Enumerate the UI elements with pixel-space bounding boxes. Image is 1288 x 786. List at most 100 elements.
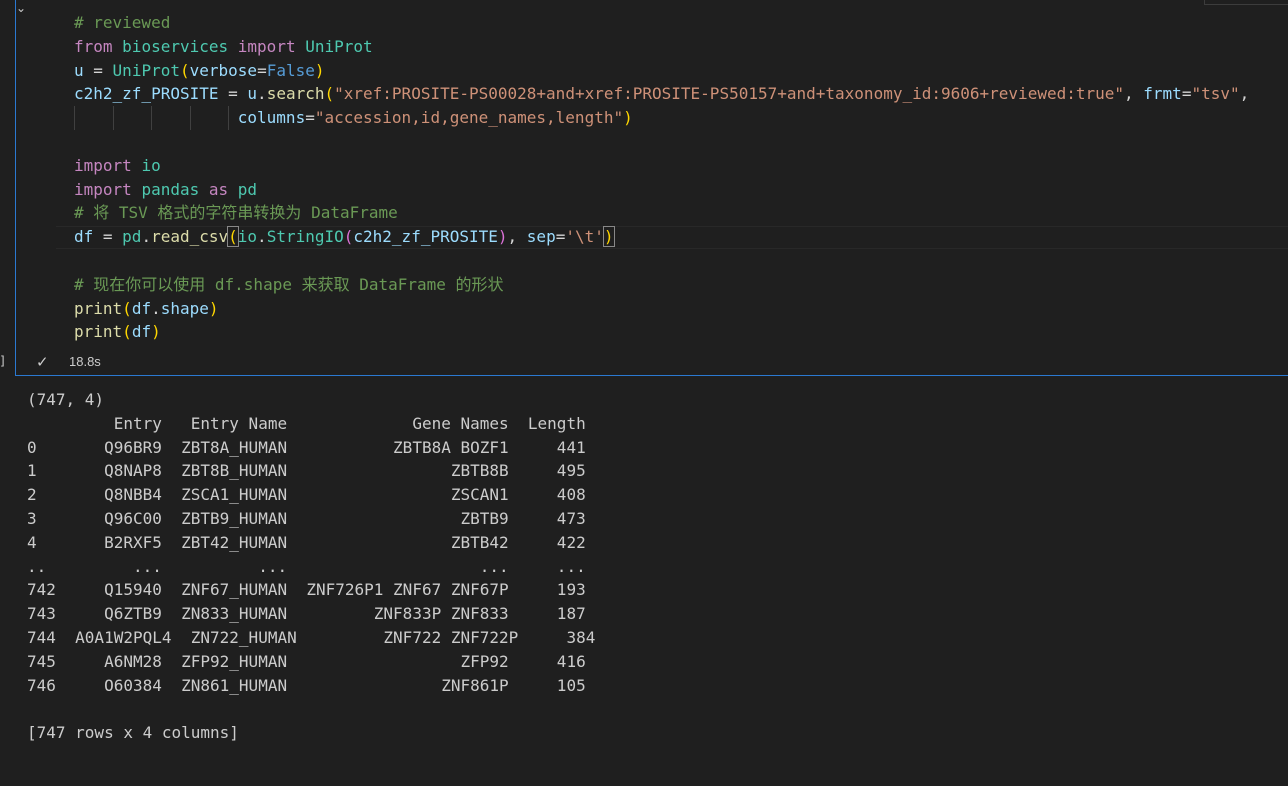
operator: . [141, 227, 152, 247]
variable: c2h2_zf_PROSITE [74, 84, 219, 104]
paren: ) [208, 298, 219, 318]
function-name: read_csv [151, 227, 229, 247]
operator: = [93, 227, 123, 247]
keyword: import [74, 179, 132, 199]
operator: = [555, 227, 566, 247]
keyword: from [74, 36, 113, 56]
paren: ) [314, 60, 325, 80]
comment: # reviewed [74, 13, 171, 32]
constant: False [266, 60, 315, 80]
cell-output: (747, 4) Entry Entry Name Gene Names Len… [27, 388, 595, 745]
parameter: columns [237, 108, 306, 128]
keyword: import [74, 155, 132, 175]
cell-execution-bracket: ] [0, 354, 5, 368]
module-name: pandas [141, 179, 200, 199]
variable: c2h2_zf_PROSITE [353, 227, 498, 247]
cell-toolbar-edge [1204, 0, 1288, 5]
table-row: 745 A6NM28 ZFP92_HUMAN ZFP92 416 [27, 651, 586, 671]
paren-matched: ( [227, 226, 239, 248]
comment: # 将 TSV 格式的字符串转换为 DataFrame [74, 203, 398, 223]
string-literal: "xref:PROSITE-PS00028+and+xref:PROSITE-P… [334, 84, 1125, 104]
code-line: import pandas as pd [74, 178, 1249, 202]
function-name: print [74, 298, 123, 318]
cell-status-bar: ✓ 18.8s [16, 350, 316, 374]
table-row: 746 O60384 ZN861_HUMAN ZNF861P 105 [27, 675, 586, 695]
operator: , [1239, 84, 1250, 104]
code-editor[interactable]: # reviewed from bioservices import UniPro… [74, 11, 1249, 344]
variable: df [74, 227, 94, 247]
function-name: print [74, 322, 123, 342]
class-name: UniProt [112, 60, 180, 80]
code-cell[interactable]: ⌄ # reviewed from bioservices import UniP… [15, 0, 1288, 376]
variable: df [131, 322, 152, 342]
code-line: print(df) [74, 320, 1249, 344]
variable: df [131, 298, 152, 318]
code-line: columns="accession,id,gene_names,length"… [74, 106, 1249, 130]
code-line: # 现在你可以使用 df.shape 来获取 DataFrame 的形状 [74, 273, 1249, 297]
module-alias: pd [237, 179, 258, 199]
operator: . [151, 298, 161, 318]
paren: ) [623, 108, 633, 128]
operator: = [218, 84, 248, 104]
paren: ( [122, 298, 132, 318]
string-literal: "tsv" [1191, 84, 1240, 104]
indent-guide [189, 106, 191, 130]
string-literal: "accession,id,gene_names,length" [314, 108, 624, 128]
paren-matched: ) [602, 226, 615, 248]
keyword: import [237, 36, 296, 56]
code-line: # 将 TSV 格式的字符串转换为 DataFrame [74, 201, 1249, 225]
table-row: 742 Q15940 ZNF67_HUMAN ZNF726P1 ZNF67 ZN… [27, 580, 586, 600]
table-row: 744 A0A1W2PQL4 ZN722_HUMAN ZNF722 ZNF722… [27, 627, 596, 647]
execution-time: 18.8s [69, 354, 101, 369]
paren: ( [343, 227, 354, 247]
string-literal: '\t' [565, 227, 604, 247]
operator: . [257, 227, 267, 247]
paren: ( [179, 60, 190, 80]
parameter: sep [526, 227, 556, 247]
operator: = [305, 108, 315, 128]
module-name: io [237, 227, 258, 247]
output-footer: [747 rows x 4 columns] [27, 723, 239, 743]
paren: ( [122, 322, 132, 342]
comment: # 现在你可以使用 df.shape 来获取 DataFrame 的形状 [74, 274, 504, 294]
variable: u [74, 60, 84, 80]
code-line: # reviewed [74, 11, 1249, 35]
operator: = [1181, 84, 1192, 104]
parameter: verbose [189, 60, 258, 80]
indent-guide [74, 106, 75, 130]
table-row: 743 Q6ZTB9 ZN833_HUMAN ZNF833P ZNF833 18… [27, 604, 586, 624]
class-name: StringIO [266, 227, 344, 247]
table-row: 2 Q8NBB4 ZSCA1_HUMAN ZSCAN1 408 [27, 485, 586, 505]
code-line: c2h2_zf_PROSITE = u.search("xref:PROSITE… [74, 82, 1249, 106]
function-name: search [266, 84, 325, 104]
table-row: 1 Q8NAP8 ZBT8B_HUMAN ZBTB8B 495 [27, 461, 586, 481]
paren: ( [324, 84, 335, 104]
operator: , [507, 227, 527, 247]
indent-guide [112, 106, 114, 130]
module-name: io [141, 155, 161, 175]
paren: ) [151, 322, 161, 342]
paren: ) [497, 227, 508, 247]
code-line: from bioservices import UniProt [74, 35, 1249, 59]
table-row: 0 Q96BR9 ZBT8A_HUMAN ZBTB8A BOZF1 441 [27, 437, 586, 457]
parameter: frmt [1143, 84, 1182, 104]
attribute: shape [160, 298, 209, 318]
operator: = [83, 60, 113, 80]
indent-guide [228, 106, 229, 130]
chevron-down-icon[interactable]: ⌄ [16, 2, 28, 14]
table-row: 3 Q96C00 ZBTB9_HUMAN ZBTB9 473 [27, 508, 586, 528]
indent-guide [151, 106, 152, 130]
code-line: print(df.shape) [74, 297, 1249, 321]
output-shape: (747, 4) [27, 390, 105, 409]
table-row: 4 B2RXF5 ZBT42_HUMAN ZBTB42 422 [27, 532, 586, 552]
notebook-view: ] ⌄ # reviewed from bioservices import Un… [0, 0, 1288, 786]
class-name: UniProt [305, 36, 373, 56]
check-icon: ✓ [36, 353, 49, 371]
code-line: import io [74, 154, 1249, 178]
module-name: bioservices [122, 36, 229, 56]
operator: . [257, 84, 267, 104]
operator: , [1124, 84, 1144, 104]
table-row: .. ... ... ... ... [27, 556, 586, 576]
